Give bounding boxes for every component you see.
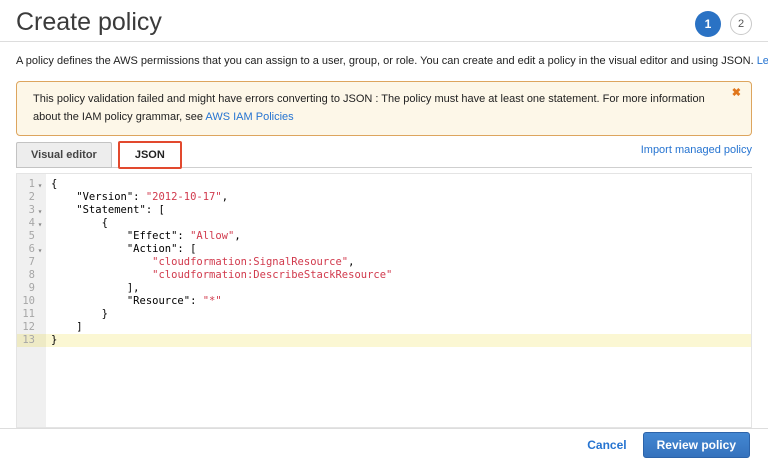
- editor-line[interactable]: 8 "cloudformation:DescribeStackResource": [17, 269, 751, 282]
- line-number: 2: [17, 191, 46, 204]
- code-text: "cloudformation:SignalResource",: [46, 256, 354, 269]
- warning-text: This policy validation failed and might …: [33, 93, 705, 123]
- review-policy-button[interactable]: Review policy: [643, 432, 750, 458]
- validation-warning-banner: This policy validation failed and might …: [16, 81, 752, 136]
- json-policy-editor[interactable]: 1▾{2 "Version": "2012-10-17",3▾ "Stateme…: [16, 173, 752, 428]
- line-number: 3▾: [17, 204, 46, 217]
- editor-line[interactable]: 9 ],: [17, 282, 751, 295]
- code-text: ]: [46, 321, 83, 334]
- line-number: 6▾: [17, 243, 46, 256]
- editor-line[interactable]: 1▾{: [17, 178, 751, 191]
- annotation-highlight-box: JSON: [118, 141, 182, 169]
- line-number: 11: [17, 308, 46, 321]
- editor-line[interactable]: 12 ]: [17, 321, 751, 334]
- editor-line[interactable]: 10 "Resource": "*": [17, 295, 751, 308]
- code-text: }: [46, 334, 57, 347]
- editor-line[interactable]: 13}: [17, 334, 751, 347]
- step-indicator: 12: [695, 11, 752, 37]
- import-managed-policy-link[interactable]: Import managed policy: [641, 144, 752, 156]
- tab-visual-editor[interactable]: Visual editor: [16, 142, 112, 168]
- line-number: 5: [17, 230, 46, 243]
- tab-json[interactable]: JSON: [120, 143, 180, 167]
- editor-lines: 1▾{2 "Version": "2012-10-17",3▾ "Stateme…: [17, 174, 751, 347]
- editor-line[interactable]: 11 }: [17, 308, 751, 321]
- code-text: "Action": [: [46, 243, 196, 256]
- editor-line[interactable]: 2 "Version": "2012-10-17",: [17, 191, 751, 204]
- editor-line[interactable]: 4▾ {: [17, 217, 751, 230]
- code-text: ],: [46, 282, 140, 295]
- editor-line[interactable]: 7 "cloudformation:SignalResource",: [17, 256, 751, 269]
- step-circle-1: 1: [695, 11, 721, 37]
- aws-iam-policies-link[interactable]: AWS IAM Policies: [205, 111, 293, 123]
- page-title: Create policy: [16, 8, 162, 37]
- editor-line[interactable]: 3▾ "Statement": [: [17, 204, 751, 217]
- tab-visual-editor-label: Visual editor: [31, 149, 97, 161]
- tab-bar: Visual editor JSON Import managed policy: [16, 142, 752, 168]
- intro-description: A policy defines the AWS permissions tha…: [16, 55, 757, 67]
- footer-bar: Cancel Review policy: [0, 428, 768, 461]
- code-text: "Statement": [: [46, 204, 165, 217]
- line-number: 7: [17, 256, 46, 269]
- code-text: {: [46, 178, 57, 191]
- code-text: "Resource": "*": [46, 295, 222, 308]
- line-number: 8: [17, 269, 46, 282]
- line-number: 4▾: [17, 217, 46, 230]
- step-circle-2: 2: [730, 13, 752, 35]
- line-number: 9: [17, 282, 46, 295]
- tab-json-label: JSON: [135, 149, 165, 161]
- line-number: 10: [17, 295, 46, 308]
- close-icon[interactable]: ✖: [732, 88, 741, 99]
- page-header: Create policy 12: [0, 0, 768, 42]
- learn-more-link[interactable]: Learn more: [757, 55, 768, 67]
- line-number: 13: [17, 334, 46, 347]
- code-text: {: [46, 217, 108, 230]
- line-number: 12: [17, 321, 46, 334]
- editor-line[interactable]: 5 "Effect": "Allow",: [17, 230, 751, 243]
- code-text: "Version": "2012-10-17",: [46, 191, 228, 204]
- editor-line[interactable]: 6▾ "Action": [: [17, 243, 751, 256]
- line-number: 1▾: [17, 178, 46, 191]
- intro-text: A policy defines the AWS permissions tha…: [16, 55, 752, 67]
- code-text: "Effect": "Allow",: [46, 230, 241, 243]
- code-text: }: [46, 308, 108, 321]
- code-text: "cloudformation:DescribeStackResource": [46, 269, 392, 282]
- cancel-button[interactable]: Cancel: [587, 438, 626, 452]
